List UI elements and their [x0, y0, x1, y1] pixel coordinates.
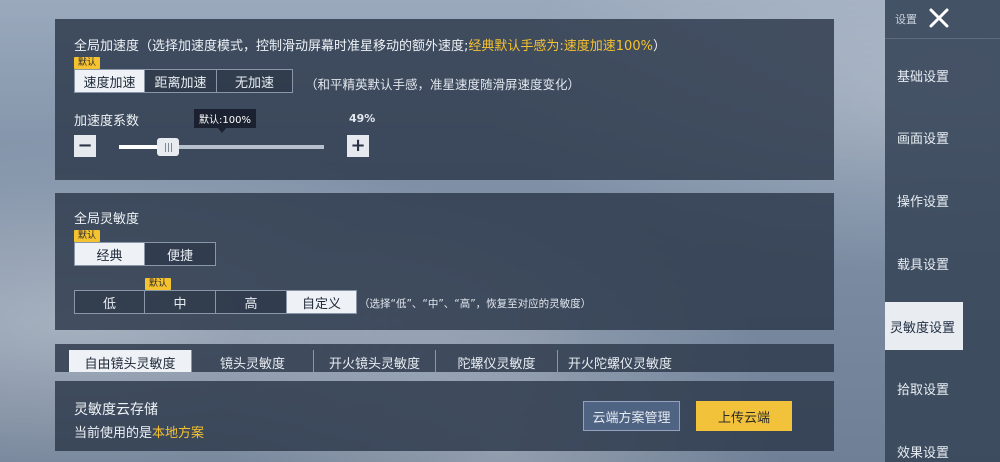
accel-mode-none[interactable]: 无加速 [216, 69, 293, 93]
plus-button[interactable]: + [347, 135, 369, 157]
sidebar-item-graphics[interactable]: 画面设置 [885, 113, 1000, 161]
global-sens-title: 全局灵敏度 [74, 212, 140, 227]
accel-coef-label: 加速度系数 [74, 114, 140, 129]
sens-level-note: （选择“低”、“中”、“高”，恢复至对应的灵敏度） [359, 298, 592, 310]
cloud-current-prefix: 当前使用的是 [74, 426, 153, 441]
cloud-manage-button[interactable]: 云端方案管理 [583, 401, 680, 431]
sens-level-mid[interactable]: 中 [144, 290, 216, 314]
tab-fire-gyro[interactable]: 开火陀螺仪灵敏度 [558, 350, 682, 372]
global-accel-panel: 全局加速度（选择加速度模式，控制滑动屏幕时准星移动的额外速度;经典默认手感为:速… [55, 19, 834, 180]
sens-tabs: 自由镜头灵敏度 镜头灵敏度 开火镜头灵敏度 陀螺仪灵敏度 开火陀螺仪灵敏度 [69, 350, 682, 372]
global-sens-panel: 全局灵敏度 默认 经典 便捷 默认 低 中 高 自定义 （选择“低”、“中”、“… [55, 193, 834, 330]
cloud-panel: 灵敏度云存储 当前使用的是本地方案 云端方案管理 上传云端 [55, 381, 834, 451]
sens-level-selector: 低 中 高 自定义 [74, 290, 357, 314]
global-accel-title-end: ） [652, 39, 666, 54]
accel-mode-speed[interactable]: 速度加速 [74, 69, 145, 93]
default-tooltip: 默认:100% [194, 109, 256, 128]
sidebar-divider [885, 38, 1000, 39]
sens-tabs-panel: 自由镜头灵敏度 镜头灵敏度 开火镜头灵敏度 陀螺仪灵敏度 开火陀螺仪灵敏度 [55, 344, 834, 372]
upload-cloud-button[interactable]: 上传云端 [696, 401, 792, 431]
sidebar-item-effects[interactable]: 效果设置 [885, 427, 1000, 462]
sidebar-item-sensitivity[interactable]: 灵敏度设置 [885, 302, 963, 350]
cloud-title: 灵敏度云存储 [74, 402, 158, 418]
sens-level-custom[interactable]: 自定义 [286, 290, 357, 314]
accel-coef-value: 49% [349, 112, 376, 125]
tab-gyro[interactable]: 陀螺仪灵敏度 [436, 350, 558, 372]
default-tag: 默认 [74, 57, 101, 69]
accel-mode-selector: 速度加速 距离加速 无加速 [74, 69, 293, 93]
sens-mode-classic[interactable]: 经典 [74, 242, 145, 266]
sens-default-tag: 默认 [74, 230, 101, 242]
sidebar-item-pickup[interactable]: 拾取设置 [885, 364, 1000, 412]
settings-sidebar: 设置 基础设置 画面设置 操作设置 载具设置 灵敏度设置 拾取设置 效果设置 [885, 0, 1000, 462]
minus-button[interactable]: − [74, 135, 96, 157]
accel-mode-note: （和平精英默认手感，准星速度随滑屏速度变化） [305, 77, 581, 92]
global-accel-title: 全局加速度（选择加速度模式，控制滑动屏幕时准星移动的额外速度;经典默认手感为:速… [74, 35, 666, 54]
sens-mode-selector: 经典 便捷 [74, 242, 216, 266]
cloud-current: 当前使用的是本地方案 [74, 422, 204, 441]
sidebar-item-basic[interactable]: 基础设置 [885, 51, 1000, 99]
tab-free-look[interactable]: 自由镜头灵敏度 [69, 350, 192, 372]
sidebar-header: 设置 [885, 0, 1000, 38]
tooltip-arrow-icon [217, 127, 227, 133]
sidebar-item-controls[interactable]: 操作设置 [885, 176, 1000, 224]
cloud-current-value: 本地方案 [152, 426, 205, 441]
level-default-tag: 默认 [145, 278, 172, 290]
accel-mode-distance[interactable]: 距离加速 [144, 69, 217, 93]
sidebar-item-vehicle[interactable]: 载具设置 [885, 239, 1000, 287]
accel-coef-slider-thumb[interactable] [157, 138, 180, 156]
global-accel-title-text: 全局加速度（选择加速度模式，控制滑动屏幕时准星移动的额外速度; [74, 39, 469, 54]
sens-level-high[interactable]: 高 [215, 290, 287, 314]
close-icon[interactable] [928, 7, 950, 29]
sens-level-low[interactable]: 低 [74, 290, 145, 314]
settings-header-label: 设置 [895, 13, 917, 26]
tab-camera[interactable]: 镜头灵敏度 [192, 350, 314, 372]
tab-fire-camera[interactable]: 开火镜头灵敏度 [314, 350, 436, 372]
global-accel-title-highlight: 经典默认手感为:速度加速100% [468, 39, 653, 54]
sens-mode-convenient[interactable]: 便捷 [144, 242, 216, 266]
